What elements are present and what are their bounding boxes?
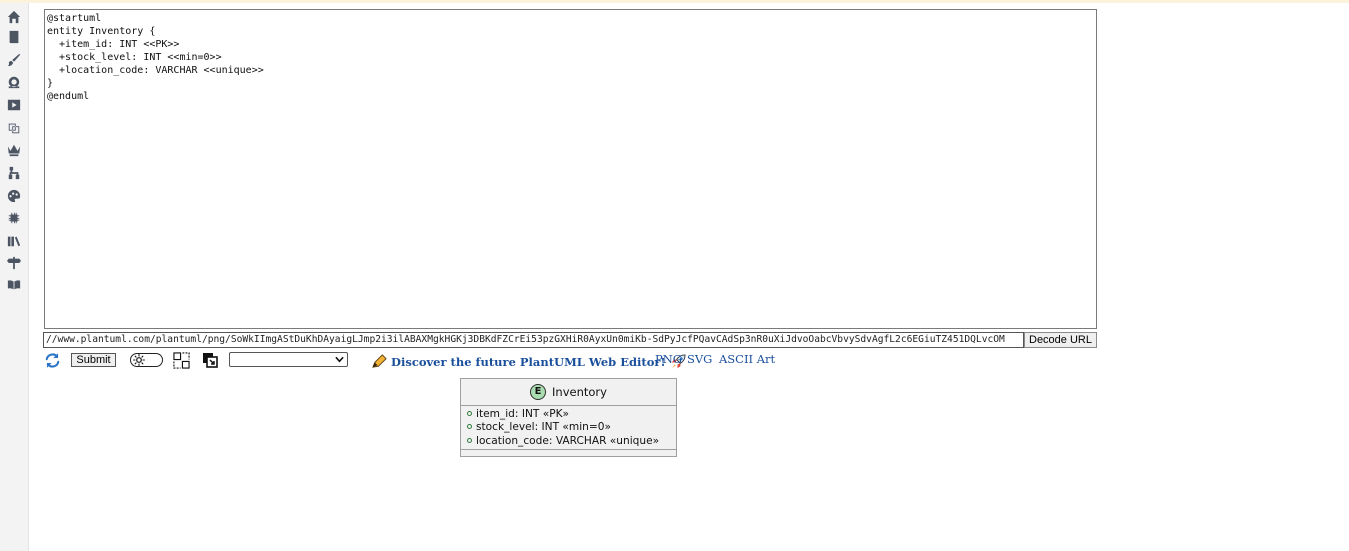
encoded-url-input[interactable]: //www.plantuml.com/plantuml/png/SoWkIImg…: [43, 332, 1024, 348]
plantuml-code-editor[interactable]: @startuml entity Inventory { +item_id: I…: [44, 9, 1097, 329]
entity-name: Inventory: [552, 385, 607, 399]
public-field-marker: [467, 438, 472, 443]
field-text: item_id: INT «PK»: [476, 407, 570, 420]
decode-url-button[interactable]: Decode URL: [1024, 332, 1097, 348]
home-icon[interactable]: [6, 9, 21, 24]
output-format-select[interactable]: [229, 352, 348, 367]
sitemap-icon[interactable]: [6, 165, 21, 180]
play-icon[interactable]: [6, 97, 21, 112]
entity-header: E Inventory: [461, 379, 676, 405]
footer-divider: [461, 449, 676, 450]
web-editor-promo-link[interactable]: Discover the future PlantUML Web Editor!: [391, 355, 666, 369]
png-link[interactable]: PNG: [655, 352, 682, 366]
promo: Discover the future PlantUML Web Editor!: [371, 353, 686, 370]
public-field-marker: [467, 411, 472, 416]
entity-field: stock_level: INT «min=0»: [467, 420, 611, 433]
field-text: stock_level: INT «min=0»: [476, 420, 611, 433]
palette-icon[interactable]: [6, 188, 21, 203]
chip-icon[interactable]: [6, 210, 21, 225]
top-accent-line: [0, 0, 1349, 3]
split-view-icon[interactable]: [173, 352, 190, 369]
entity-diagram: E Inventory item_id: INT «PK» stock_leve…: [460, 378, 677, 457]
entity-badge: E: [530, 384, 547, 400]
brush-icon[interactable]: [6, 52, 21, 67]
theme-toggle[interactable]: [130, 353, 163, 367]
library-icon[interactable]: [6, 233, 21, 248]
entity-field: item_id: INT «PK»: [467, 407, 569, 420]
crown-icon[interactable]: [6, 142, 21, 157]
pencil-icon: [372, 354, 387, 368]
header-divider: [461, 405, 676, 406]
submit-button[interactable]: Submit: [71, 353, 116, 367]
open-book-icon[interactable]: [6, 277, 21, 292]
entity-field: location_code: VARCHAR «unique»: [467, 434, 659, 447]
sun-icon: [133, 354, 145, 366]
public-field-marker: [467, 424, 472, 429]
new-window-icon[interactable]: [202, 352, 218, 368]
ascii-art-link[interactable]: ASCII Art: [719, 352, 775, 366]
field-text: location_code: VARCHAR «unique»: [476, 434, 660, 447]
chevron-down-icon: [335, 356, 344, 363]
svg-link[interactable]: SVG: [687, 352, 712, 366]
copy-icon[interactable]: [6, 120, 21, 135]
brain-gear-icon[interactable]: [6, 74, 21, 89]
sidebar: [0, 3, 29, 551]
signpost-icon[interactable]: [6, 255, 21, 270]
refresh-icon[interactable]: [44, 352, 61, 369]
book-icon[interactable]: [6, 29, 21, 44]
